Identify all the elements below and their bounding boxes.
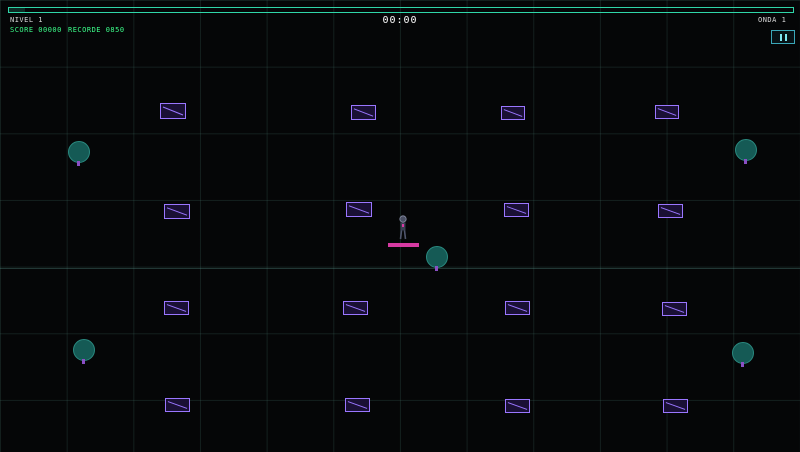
tree	[426, 246, 448, 272]
tree	[735, 139, 757, 165]
game-timer: 00:00	[382, 15, 418, 26]
game-viewport[interactable]: NIVEL 1 SCORE 00000 RECORDE 0850 ONDA 1 …	[0, 0, 800, 452]
crate	[662, 302, 687, 316]
crate	[351, 105, 376, 120]
center-guideline	[0, 268, 800, 269]
crate	[343, 301, 368, 315]
crate	[505, 399, 530, 413]
tree	[732, 342, 754, 368]
crate	[658, 204, 683, 218]
crate	[346, 202, 372, 217]
top-progress-fill	[9, 8, 25, 12]
crate	[504, 203, 529, 217]
crate	[501, 106, 525, 120]
crate	[505, 301, 530, 315]
crate	[164, 301, 189, 315]
pause-button[interactable]	[771, 30, 795, 44]
crate	[345, 398, 370, 412]
crate	[160, 103, 186, 119]
crate	[655, 105, 679, 119]
tree	[73, 339, 95, 365]
pause-icon	[780, 34, 782, 41]
player-character	[397, 214, 409, 240]
record-label: RECORDE 0850	[68, 26, 125, 34]
platform	[388, 243, 419, 247]
pause-icon-bar	[785, 34, 787, 41]
tree	[68, 141, 90, 167]
score-label: SCORE 00000	[10, 26, 62, 34]
crate	[164, 204, 190, 219]
crate	[165, 398, 190, 412]
crate	[663, 399, 688, 413]
top-progress-bar	[8, 7, 794, 13]
